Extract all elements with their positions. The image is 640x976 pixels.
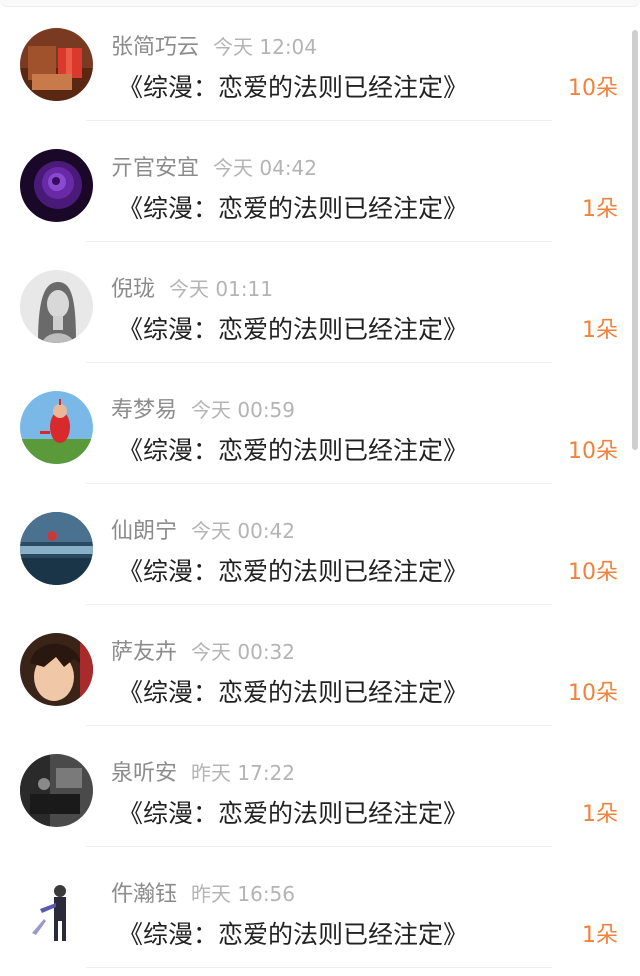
book-title[interactable]: 《综漫：恋爱的法则已经注定》: [118, 310, 468, 350]
user-name[interactable]: 仙朗宁: [111, 519, 177, 544]
user-name[interactable]: 亓官安宜: [111, 156, 199, 181]
timestamp: 今天 00:59: [191, 398, 296, 422]
timestamp: 昨天 16:56: [191, 882, 296, 906]
list-item[interactable]: 寿梦易 今天 00:59 《综漫：恋爱的法则已经注定》 10朵: [0, 363, 640, 484]
flower-count: 1朵: [582, 318, 618, 343]
timestamp: 今天 12:04: [213, 35, 318, 59]
figure-avatar[interactable]: [20, 875, 93, 948]
user-name[interactable]: 倪珑: [111, 277, 155, 302]
item-meta: 倪珑 今天 01:11: [111, 272, 273, 306]
scrollbar[interactable]: [632, 30, 638, 450]
book-title[interactable]: 《综漫：恋爱的法则已经注定》: [118, 431, 468, 471]
red-toy-avatar[interactable]: [20, 391, 93, 464]
user-name[interactable]: 寿梦易: [111, 398, 177, 423]
timestamp: 昨天 17:22: [191, 761, 296, 785]
book-title[interactable]: 《综漫：恋爱的法则已经注定》: [118, 68, 468, 108]
user-name[interactable]: 仵瀚钰: [111, 882, 177, 907]
list-item[interactable]: 亓官安宜 今天 04:42 《综漫：恋爱的法则已经注定》 1朵: [0, 121, 640, 242]
book-title[interactable]: 《综漫：恋爱的法则已经注定》: [118, 552, 468, 592]
user-name[interactable]: 张简巧云: [111, 35, 199, 60]
woman-portrait-avatar[interactable]: [20, 270, 93, 343]
item-meta: 萨友卉 今天 00:32: [111, 635, 295, 669]
book-title[interactable]: 《综漫：恋爱的法则已经注定》: [118, 189, 468, 229]
list-item[interactable]: 仵瀚钰 昨天 16:56 《综漫：恋爱的法则已经注定》 1朵: [0, 847, 640, 968]
item-meta: 寿梦易 今天 00:59: [111, 393, 295, 427]
flower-count: 1朵: [582, 923, 618, 948]
gift-box-avatar[interactable]: [20, 28, 93, 101]
blue-scenery-avatar[interactable]: [20, 512, 93, 585]
item-meta: 仙朗宁 今天 00:42: [111, 514, 295, 548]
flower-count: 10朵: [568, 439, 618, 464]
list-item[interactable]: 泉听安 昨天 17:22 《综漫：恋爱的法则已经注定》 1朵: [0, 726, 640, 847]
flower-count: 1朵: [582, 197, 618, 222]
flower-count: 10朵: [568, 681, 618, 706]
list-item[interactable]: 倪珑 今天 01:11 《综漫：恋爱的法则已经注定》 1朵: [0, 242, 640, 363]
book-title[interactable]: 《综漫：恋爱的法则已经注定》: [118, 673, 468, 713]
user-name[interactable]: 萨友卉: [111, 640, 177, 665]
timestamp: 今天 04:42: [213, 156, 318, 180]
flower-count: 1朵: [582, 802, 618, 827]
book-title[interactable]: 《综漫：恋爱的法则已经注定》: [118, 915, 468, 955]
flower-count: 10朵: [568, 76, 618, 101]
purple-rose-avatar[interactable]: [20, 149, 93, 222]
item-meta: 泉听安 昨天 17:22: [111, 756, 295, 790]
flower-count: 10朵: [568, 560, 618, 585]
user-name[interactable]: 泉听安: [111, 761, 177, 786]
item-meta: 亓官安宜 今天 04:42: [111, 151, 317, 185]
timestamp: 今天 01:11: [169, 277, 274, 301]
divider: [86, 967, 552, 968]
item-meta: 张简巧云 今天 12:04: [111, 30, 317, 64]
list-item[interactable]: 张简巧云 今天 12:04 《综漫：恋爱的法则已经注定》 10朵: [0, 0, 640, 121]
item-meta: 仵瀚钰 昨天 16:56: [111, 877, 295, 911]
list-item[interactable]: 仙朗宁 今天 00:42 《综漫：恋爱的法则已经注定》 10朵: [0, 484, 640, 605]
timestamp: 今天 00:42: [191, 519, 296, 543]
anime-face-avatar[interactable]: [20, 633, 93, 706]
book-title[interactable]: 《综漫：恋爱的法则已经注定》: [118, 794, 468, 834]
dark-room-avatar[interactable]: [20, 754, 93, 827]
timestamp: 今天 00:32: [191, 640, 296, 664]
list-item[interactable]: 萨友卉 今天 00:32 《综漫：恋爱的法则已经注定》 10朵: [0, 605, 640, 726]
